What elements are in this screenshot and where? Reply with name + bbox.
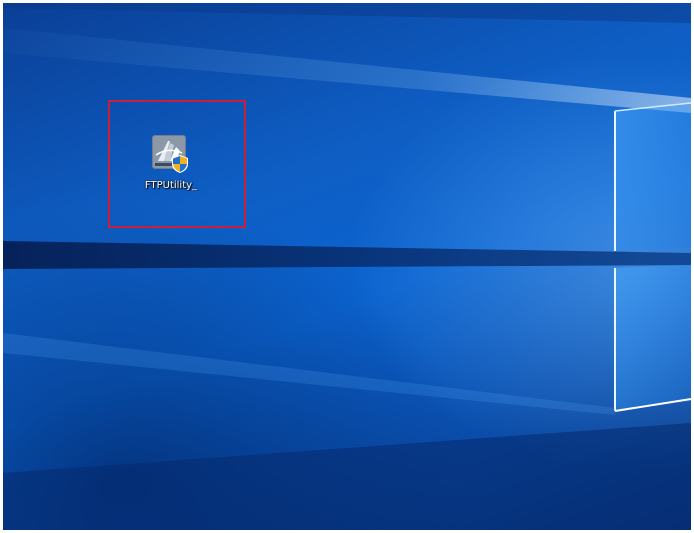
windows-logo-light-beams bbox=[3, 3, 691, 530]
desktop-shortcut-ftputility[interactable]: FTPUtility_ bbox=[133, 128, 209, 204]
screenshot: FTPUtility_ bbox=[0, 0, 694, 533]
ftp-utility-installer-icon bbox=[150, 133, 190, 173]
desktop-wallpaper bbox=[3, 3, 691, 530]
desktop-shortcut-label: FTPUtility_ bbox=[144, 180, 198, 191]
